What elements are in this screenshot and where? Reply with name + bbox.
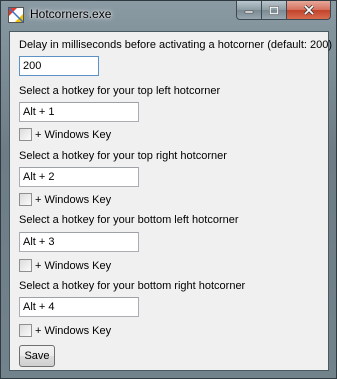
window-title: Hotcorners.exe bbox=[30, 7, 112, 21]
top-left-hotkey-label: Select a hotkey for your top left hotcor… bbox=[19, 85, 221, 97]
close-button[interactable] bbox=[287, 1, 331, 20]
bottom-right-hotkey-input[interactable]: Alt + 4 bbox=[19, 297, 139, 317]
minimize-button[interactable] bbox=[236, 1, 262, 20]
close-icon bbox=[303, 5, 314, 15]
maximize-icon bbox=[269, 5, 279, 15]
app-window: Hotcorners.exe Delay in milliseconds bef… bbox=[0, 0, 337, 379]
top-left-windows-key-checkbox-row[interactable]: + Windows Key bbox=[19, 128, 111, 141]
save-button[interactable]: Save bbox=[19, 345, 55, 367]
bottom-left-hotkey-label: Select a hotkey for your bottom left hot… bbox=[19, 214, 239, 226]
maximize-button[interactable] bbox=[262, 1, 287, 20]
bottom-right-windows-key-checkbox[interactable] bbox=[19, 324, 32, 337]
top-right-hotkey-label: Select a hotkey for your top right hotco… bbox=[19, 150, 227, 162]
top-right-hotkey-input[interactable]: Alt + 2 bbox=[19, 167, 139, 187]
top-left-windows-key-label: + Windows Key bbox=[35, 128, 112, 141]
hotcorners-app-icon bbox=[8, 7, 24, 23]
bottom-right-windows-key-label: + Windows Key bbox=[35, 324, 112, 337]
bottom-left-windows-key-label: + Windows Key bbox=[35, 259, 112, 272]
bottom-left-windows-key-checkbox[interactable] bbox=[19, 259, 32, 272]
bottom-right-hotkey-label: Select a hotkey for your bottom right ho… bbox=[19, 280, 246, 292]
minimize-icon bbox=[244, 10, 254, 14]
top-right-windows-key-label: + Windows Key bbox=[35, 193, 112, 206]
form-body: Delay in milliseconds before activating … bbox=[9, 31, 333, 371]
top-right-windows-key-checkbox-row[interactable]: + Windows Key bbox=[19, 193, 111, 206]
top-left-hotkey-input[interactable]: Alt + 1 bbox=[19, 102, 139, 122]
delay-label: Delay in milliseconds before activating … bbox=[19, 39, 333, 51]
delay-input[interactable]: 200 bbox=[19, 56, 99, 76]
bottom-left-windows-key-checkbox-row[interactable]: + Windows Key bbox=[19, 259, 111, 272]
top-right-windows-key-checkbox[interactable] bbox=[19, 193, 32, 206]
bottom-right-windows-key-checkbox-row[interactable]: + Windows Key bbox=[19, 324, 111, 337]
top-left-windows-key-checkbox[interactable] bbox=[19, 128, 32, 141]
title-bar[interactable]: Hotcorners.exe bbox=[1, 1, 336, 29]
caption-buttons bbox=[236, 1, 331, 21]
bottom-left-hotkey-input[interactable]: Alt + 3 bbox=[19, 232, 139, 252]
